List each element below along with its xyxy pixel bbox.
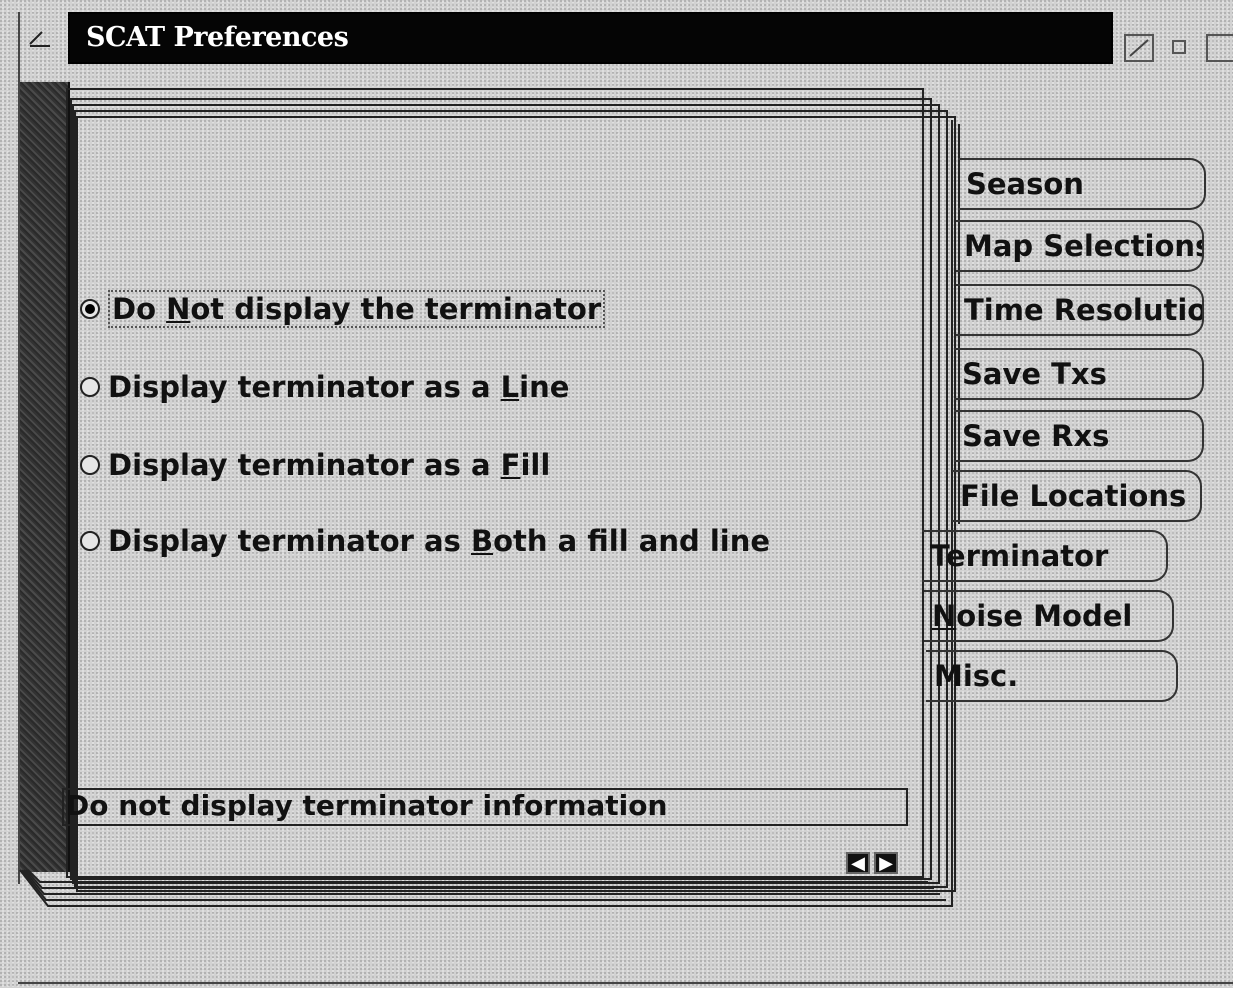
option-label: Do Not display the terminator (108, 290, 606, 328)
tab-terminator[interactable]: Terminator (922, 530, 1168, 582)
left-arrow-icon: ◀ (851, 853, 865, 874)
tab-noise-model[interactable]: Noise Model (924, 590, 1174, 642)
tab-file-locations[interactable]: File Locations (952, 470, 1202, 522)
option-fill[interactable]: Display terminator as a Fill (80, 448, 550, 482)
prev-page-button[interactable]: ◀ (846, 852, 870, 874)
tab-save-txs[interactable]: Save Txs (954, 348, 1204, 400)
notebook-page (66, 88, 924, 878)
radio-unselected-icon (80, 377, 100, 397)
system-menu-button[interactable] (22, 22, 58, 52)
maximize-icon (1129, 39, 1149, 57)
right-arrow-icon: ▶ (879, 853, 893, 874)
restore-button[interactable] (1206, 34, 1233, 62)
window-title: SCAT Preferences (86, 22, 349, 53)
tab-map-selections[interactable]: Map Selections (956, 220, 1204, 272)
option-label: Display terminator as a Fill (108, 448, 551, 482)
next-page-button[interactable]: ▶ (874, 852, 898, 874)
window-frame-bottom (18, 982, 1233, 984)
title-bar: SCAT Preferences (68, 12, 1113, 64)
option-do-not-display[interactable]: Do Not display the terminator (80, 290, 606, 328)
status-text: Do not display terminator information (62, 788, 908, 826)
tab-misc[interactable]: Misc. (926, 650, 1178, 702)
option-both[interactable]: Display terminator as Both a fill and li… (80, 524, 770, 558)
minimize-button[interactable] (1172, 40, 1186, 54)
radio-unselected-icon (80, 455, 100, 475)
option-label: Display terminator as a Line (108, 370, 570, 404)
radio-unselected-icon (80, 531, 100, 551)
radio-selected-icon (80, 299, 100, 319)
option-line[interactable]: Display terminator as a Line (80, 370, 569, 404)
tab-time-resolution[interactable]: Time Resolutio (956, 284, 1204, 336)
notebook-spine (20, 82, 70, 872)
maximize-button[interactable] (1124, 34, 1154, 62)
tab-save-rxs[interactable]: Save Rxs (954, 410, 1204, 462)
system-menu-icon (29, 31, 50, 47)
tab-season[interactable]: Season (958, 158, 1206, 210)
option-label: Display terminator as Both a fill and li… (108, 524, 771, 558)
